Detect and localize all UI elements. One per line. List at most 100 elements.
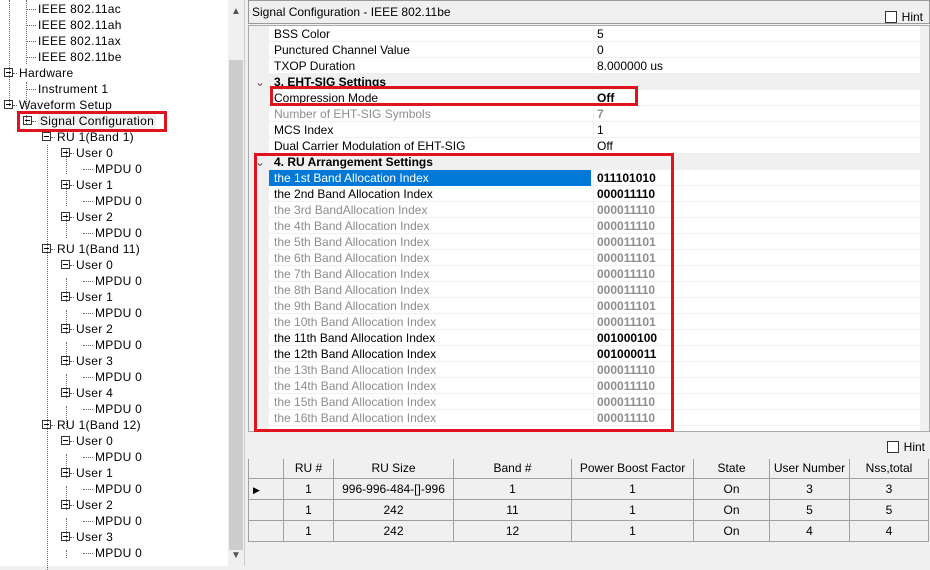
tree-line <box>66 454 67 478</box>
row-header[interactable]: ▶ <box>248 477 284 500</box>
property-row[interactable]: Number of EHT-SIG Symbols 7 <box>269 106 921 122</box>
ru-table: RU # RU Size Band # Power Boost Factor State… <box>248 459 929 542</box>
tree-item[interactable]: IEEE 802.11be <box>0 49 228 65</box>
checkbox-icon[interactable] <box>886 441 899 453</box>
tree-item[interactable]: MPDU 0 <box>0 401 228 417</box>
table-cell[interactable]: 1 <box>283 519 334 542</box>
table-cell[interactable]: 11 <box>453 498 572 521</box>
column-header[interactable]: Band # <box>453 459 572 479</box>
tree-item[interactable]: User 0 <box>0 145 228 161</box>
tree-item[interactable]: IEEE 802.11ax <box>0 33 228 49</box>
compression-mode-highlight <box>270 86 638 106</box>
property-value[interactable]: 5 <box>597 26 604 42</box>
tree-item[interactable]: MPDU 0 <box>0 545 228 561</box>
tree-item[interactable]: MPDU 0 <box>0 449 228 465</box>
property-row[interactable]: Dual Carrier Modulation of EHT-SIG Off <box>269 138 921 154</box>
tree-item[interactable]: MPDU 0 <box>0 305 228 321</box>
table-cell[interactable]: 1 <box>571 498 694 521</box>
tree-item[interactable]: MPDU 0 <box>0 481 228 497</box>
tree-item[interactable]: User 3 <box>0 529 228 545</box>
table-cell[interactable]: On <box>693 519 770 542</box>
column-header[interactable]: State <box>693 459 770 479</box>
tree-item[interactable]: User 3 <box>0 353 228 369</box>
tree-item[interactable]: MPDU 0 <box>0 193 228 209</box>
property-value[interactable]: 7 <box>597 106 604 122</box>
tree-item[interactable]: RU 1(Band 11) <box>0 241 228 257</box>
grid-scrollbar[interactable] <box>920 26 929 431</box>
table-cell[interactable]: 996-996-484-[]-996 <box>333 477 454 500</box>
table-cell[interactable]: 3 <box>769 477 850 500</box>
property-row[interactable]: BSS Color 5 <box>269 26 921 42</box>
collapse-icon[interactable] <box>61 436 70 445</box>
tree-item[interactable]: User 0 <box>0 257 228 273</box>
table-cell[interactable]: 242 <box>333 498 454 521</box>
property-name: Number of EHT-SIG Symbols <box>274 107 431 121</box>
table-cell[interactable]: 12 <box>453 519 572 542</box>
tree-item[interactable]: Hardware <box>0 65 228 81</box>
column-header[interactable]: Power Boost Factor <box>571 459 694 479</box>
tree-item[interactable]: MPDU 0 <box>0 369 228 385</box>
tree-item[interactable]: User 2 <box>0 497 228 513</box>
row-header[interactable] <box>248 498 284 521</box>
table-row[interactable]: 1 242 12 1 On 4 4 <box>248 519 929 542</box>
tree-item[interactable]: User 1 <box>0 177 228 193</box>
property-value[interactable]: 0 <box>597 42 604 58</box>
tree-item[interactable]: IEEE 802.11ah <box>0 17 228 33</box>
tree-item[interactable]: User 4 <box>0 385 228 401</box>
table-row[interactable]: 1 242 11 1 On 5 5 <box>248 498 929 521</box>
tree-item[interactable]: User 2 <box>0 209 228 225</box>
scroll-down-icon[interactable]: ▼ <box>231 550 241 561</box>
property-row[interactable]: TXOP Duration 8.000000 us <box>269 58 921 74</box>
tree-item[interactable]: User 1 <box>0 465 228 481</box>
table-cell[interactable]: 1 <box>283 477 334 500</box>
table-cell[interactable]: 1 <box>571 519 694 542</box>
table-cell[interactable]: 4 <box>769 519 850 542</box>
tree-item[interactable]: User 2 <box>0 321 228 337</box>
table-cell[interactable]: 3 <box>849 477 929 500</box>
column-header[interactable]: Nss,total <box>849 459 929 479</box>
tree-line <box>66 278 67 302</box>
tree-item[interactable]: IEEE 802.11ac <box>0 1 228 17</box>
tree-item[interactable]: User 1 <box>0 289 228 305</box>
tree-item[interactable]: MPDU 0 <box>0 161 228 177</box>
tree-scrollbar-thumb[interactable] <box>229 60 243 550</box>
column-header[interactable]: User Number <box>769 459 850 479</box>
tree-item[interactable]: MPDU 0 <box>0 337 228 353</box>
property-row[interactable]: Punctured Channel Value 0 <box>269 42 921 58</box>
tree-item[interactable]: MPDU 0 <box>0 273 228 289</box>
property-row[interactable]: MCS Index 1 <box>269 122 921 138</box>
tree-item-label: User 1 <box>76 290 114 304</box>
column-header[interactable]: RU Size <box>333 459 454 479</box>
tree-item[interactable]: User 0 <box>0 433 228 449</box>
table-cell[interactable]: 4 <box>849 519 929 542</box>
tree-item[interactable]: Instrument 1 <box>0 81 228 97</box>
table-cell[interactable]: On <box>693 477 770 500</box>
column-header[interactable]: RU # <box>283 459 334 479</box>
property-value[interactable]: Off <box>597 138 613 154</box>
property-value[interactable]: 1 <box>597 122 604 138</box>
table-row[interactable]: ▶ 1 996-996-484-[]-996 1 1 On 3 3 <box>248 477 929 500</box>
table-cell[interactable]: 1 <box>571 477 694 500</box>
tree-item[interactable]: MPDU 0 <box>0 513 228 529</box>
row-header[interactable] <box>248 519 284 542</box>
scroll-up-icon[interactable]: ▲ <box>231 6 241 17</box>
table-cell[interactable]: 1 <box>283 498 334 521</box>
collapse-icon[interactable] <box>61 260 70 269</box>
table-cell[interactable]: 242 <box>333 519 454 542</box>
chevron-down-icon[interactable]: ⌄ <box>255 74 265 90</box>
table-cell[interactable]: 5 <box>849 498 929 521</box>
hint-checkbox-bottom[interactable]: Hint <box>886 440 925 454</box>
table-cell[interactable]: On <box>693 498 770 521</box>
checkbox-icon[interactable] <box>884 11 897 23</box>
tree-item-label: MPDU 0 <box>95 274 143 288</box>
table-cell[interactable]: 1 <box>453 477 572 500</box>
tree-line <box>66 550 67 558</box>
signal-configuration-highlight <box>17 111 167 132</box>
property-value[interactable]: 8.000000 us <box>597 58 663 74</box>
tree-item[interactable]: MPDU 0 <box>0 225 228 241</box>
collapse-icon[interactable] <box>42 132 51 141</box>
table-cell[interactable]: 5 <box>769 498 850 521</box>
tree-item-label: MPDU 0 <box>95 194 143 208</box>
tree-item[interactable]: RU 1(Band 12) <box>0 417 228 433</box>
navigation-tree[interactable]: IEEE 802.11ac IEEE 802.11ah IEEE 802.11ax I… <box>0 0 245 570</box>
